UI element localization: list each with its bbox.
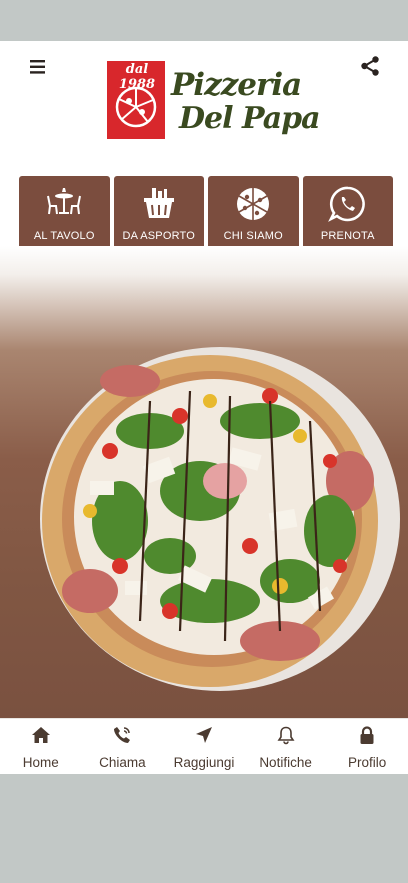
tab-notifiche[interactable]: Notifiche [245,719,327,774]
chi-siamo-button[interactable]: CHI SIAMO [208,176,299,252]
al-tavolo-label: AL TAVOLO [33,230,95,242]
table-icon [47,188,82,215]
logo-badge: dal 1988 [107,61,165,139]
menu-icon[interactable] [26,55,50,79]
da-asporto-label: DA ASPORTO [122,230,195,242]
lock-icon [360,726,374,744]
logo-title-line1: Pizzeria [171,67,302,103]
logo-year: dal 1988 [118,62,156,92]
tab-profilo-label: Profilo [348,755,387,770]
pizza-photo [40,347,400,691]
tab-notifiche-label: Notifiche [259,755,312,770]
quick-actions: AL TAVOLO DA ASPORTO CHI SIAMO PRENOTA [19,176,393,252]
logo: dal 1988 Pizzeria Del Papa [107,61,321,143]
prenota-label: PRENOTA [320,230,375,242]
chi-siamo-label: CHI SIAMO [223,230,283,242]
tab-raggiungi-label: Raggiungi [173,755,235,770]
hero-image [0,246,408,720]
pizza-icon [237,188,270,220]
logo-title-line2: Del Papa [179,101,321,136]
header: dal 1988 Pizzeria Del Papa [0,41,408,171]
tab-raggiungi[interactable]: Raggiungi [163,719,245,774]
tab-chiama[interactable]: Chiama [82,719,164,774]
tab-chiama-label: Chiama [99,755,146,770]
bell-icon [277,726,295,745]
navigation-icon [195,727,212,743]
da-asporto-button[interactable]: DA ASPORTO [113,176,204,252]
bottom-tab-bar: Home Chiama Raggiungi Notifiche Profilo [0,718,408,774]
app-screen: dal 1988 Pizzeria Del Papa AL TAVOLO DA … [0,41,408,774]
status-bar [0,0,408,41]
home-icon [31,727,50,743]
tab-profilo[interactable]: Profilo [326,719,408,774]
basket-icon [143,188,174,218]
phone-icon [114,727,131,743]
whatsapp-icon [327,186,365,222]
prenota-button[interactable]: PRENOTA [302,176,393,252]
share-icon[interactable] [358,54,382,78]
al-tavolo-button[interactable]: AL TAVOLO [19,176,110,252]
tab-home[interactable]: Home [0,719,82,774]
tab-home-label: Home [22,755,59,770]
